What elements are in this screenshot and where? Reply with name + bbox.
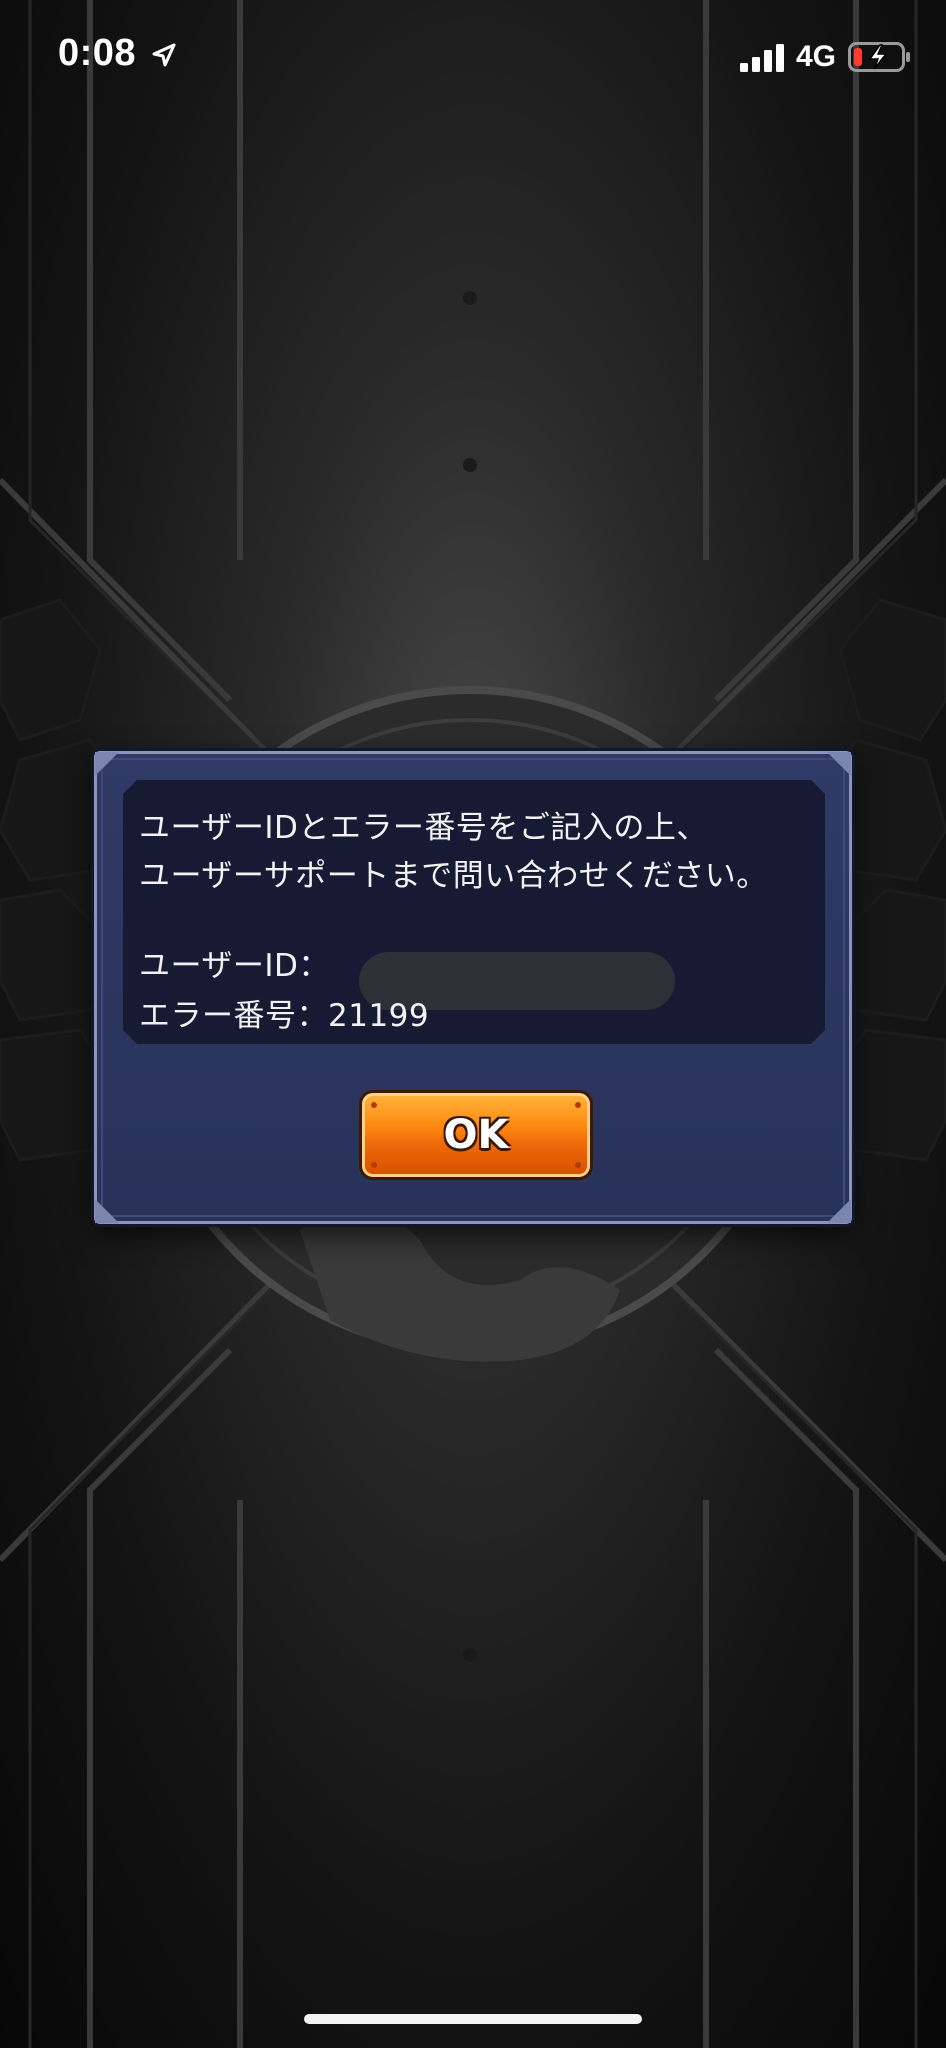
message-line: ユーザーIDとエラー番号をご記入の上、 [139,810,708,846]
message-panel: ユーザーIDとエラー番号をご記入の上、 ユーザーサポートまで問い合わせください。… [123,780,825,1044]
button-rivet [371,1162,377,1168]
button-rivet [575,1162,581,1168]
button-rivet [575,1102,581,1108]
error-dialog: ユーザーIDとエラー番号をご記入の上、 ユーザーサポートまで問い合わせください。… [94,751,852,1224]
home-indicator[interactable] [304,2014,642,2024]
network-type: 4G [796,40,837,73]
ok-button[interactable]: OK [359,1090,593,1180]
dialog-corner [95,752,119,776]
location-arrow-icon [152,43,176,67]
ok-button-face[interactable]: OK [362,1093,590,1177]
battery-low-charging-icon [848,42,910,72]
status-bar: 0:08 4G [0,0,946,110]
button-rivet [371,1102,377,1108]
ok-button-label: OK [443,1112,509,1158]
error-number: エラー番号：21199 [139,998,430,1034]
signal-bars-icon [740,44,784,72]
user-id-label: ユーザーID： [139,948,330,984]
status-time: 0:08 [58,32,137,74]
dialog-corner [827,752,851,776]
message-line: ユーザーサポートまで問い合わせください。 [139,858,768,894]
dialog-corner [95,1199,119,1223]
dialog-corner [827,1199,851,1223]
